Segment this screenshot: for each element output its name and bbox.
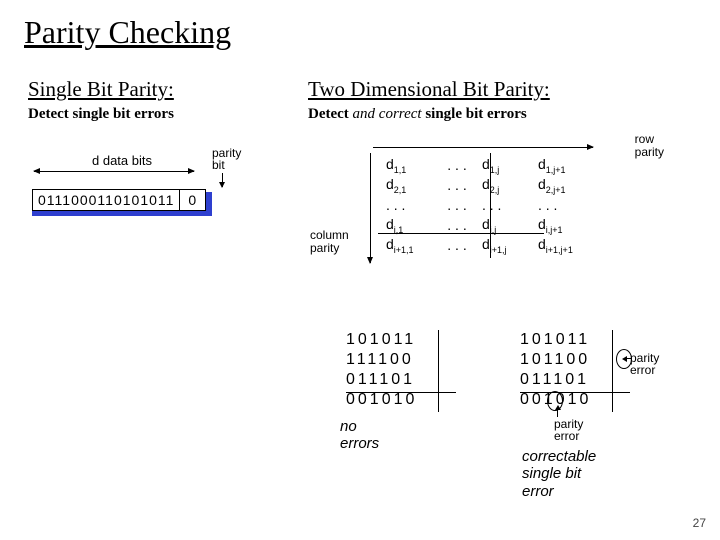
right-column: Two Dimensional Bit Parity: Detect and c…	[308, 77, 700, 287]
parity-error-label-bottom: parityerror	[554, 418, 583, 442]
row-parity-label: rowparity	[635, 133, 664, 159]
left-column: Single Bit Parity: Detect single bit err…	[28, 77, 278, 287]
right-heading: Two Dimensional Bit Parity:	[308, 77, 700, 102]
bit-row: 101011	[346, 330, 417, 350]
parity-arrow	[222, 173, 223, 187]
bit-row: 111100	[346, 350, 417, 370]
bit-row: 011101	[520, 370, 591, 390]
bit-row: 101100	[520, 350, 591, 370]
correctable-caption: correctablesingle bit error	[522, 448, 596, 500]
matrix-row: d2,1. . .d2,jd2,j+1	[386, 175, 594, 195]
d-data-bits-label: d data bits	[92, 153, 152, 168]
data-bits-value: 0111000110101011	[32, 189, 179, 211]
bit-row: 011101	[346, 370, 417, 390]
example-block-no-errors: 101011111100011101001010	[346, 330, 417, 410]
matrix-diagram: rowparity columnparity d1,1. . .d1,jd1,j…	[308, 137, 700, 287]
matrix-row: di,1. . .di,jdi,j+1	[386, 215, 594, 235]
width-arrow	[34, 171, 194, 172]
bit-row: 001010	[346, 390, 417, 410]
left-desc: Detect single bit errors	[28, 106, 278, 123]
parity-bit-label: paritybit	[212, 147, 241, 171]
parity-bit-value: 0	[179, 189, 206, 211]
page-number: 27	[693, 516, 706, 530]
content-columns: Single Bit Parity: Detect single bit err…	[0, 51, 720, 287]
matrix-row: d1,1. . .d1,jd1,j+1	[386, 155, 594, 175]
bit-box: 0111000110101011 0	[32, 189, 206, 211]
matrix-top-arrow	[373, 147, 593, 148]
matrix-row: . . .. . .. . .. . .	[386, 195, 594, 215]
slide-title: Parity Checking	[0, 0, 720, 51]
no-errors-caption: no errors	[340, 418, 379, 452]
matrix-grid: d1,1. . .d1,jd1,j+1d2,1. . .d2,jd2,j+1. …	[386, 155, 594, 255]
matrix-row: di+1,1. . .di+1,jdi+1,j+1	[386, 235, 594, 255]
right-desc: Detect and correct single bit errors	[308, 106, 700, 123]
column-parity-label: columnparity	[310, 229, 349, 255]
parity-error-label-right: parityerror	[630, 352, 659, 376]
matrix-left-arrow	[370, 153, 371, 263]
single-parity-diagram: d data bits paritybit 0111000110101011 0	[28, 149, 278, 239]
left-heading: Single Bit Parity:	[28, 77, 278, 102]
bit-row: 101011	[520, 330, 591, 350]
